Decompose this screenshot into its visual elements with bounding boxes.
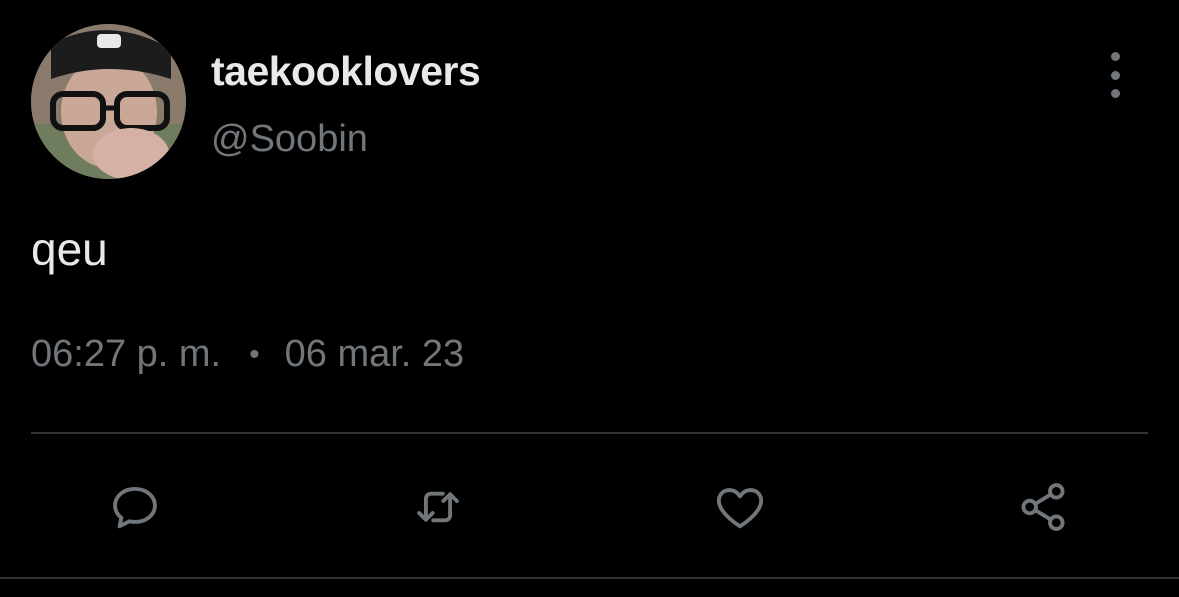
display-name[interactable]: taekooklovers (211, 48, 481, 95)
user-handle[interactable]: @Soobin (211, 118, 368, 161)
tweet-date[interactable]: 06 mar. 23 (285, 333, 465, 376)
heart-icon (716, 488, 764, 529)
retweet-button[interactable] (408, 477, 468, 537)
more-options-icon-dot (1110, 89, 1120, 98)
tweet-timestamp: 06:27 p. m. • 06 mar. 23 (31, 333, 464, 376)
avatar[interactable] (31, 24, 186, 179)
like-button[interactable] (710, 477, 770, 537)
tweet-detail: taekooklovers @Soobin qeu 06:27 p. m. • … (0, 0, 1179, 597)
retweet-arrows-icon (417, 491, 459, 523)
bottom-divider (0, 577, 1179, 579)
more-options-button[interactable] (1096, 52, 1134, 98)
reply-button[interactable] (105, 477, 165, 537)
tweet-time[interactable]: 06:27 p. m. (31, 333, 221, 376)
meta-separator: • (249, 337, 260, 371)
more-options-icon-dot (1110, 70, 1120, 80)
share-nodes-icon (1021, 483, 1065, 531)
tweet-text: qeu (31, 223, 108, 275)
more-options-icon (1110, 52, 1120, 61)
avatar-image (31, 24, 186, 179)
share-button[interactable] (1013, 477, 1073, 537)
divider (31, 432, 1148, 434)
speech-bubble-icon (113, 486, 157, 529)
